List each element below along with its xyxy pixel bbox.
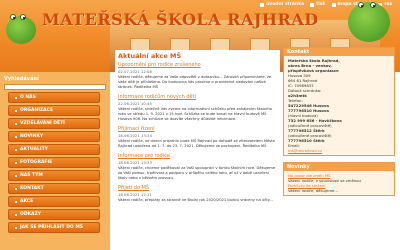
print-icon — [310, 2, 315, 7]
article-date: 16.06.2021 12:11 — [118, 192, 152, 197]
contact-box: Kontakt Mateřská škola Rajhrad, okres Br… — [283, 47, 395, 156]
nav-item-organizace[interactable]: ORGANIZACE — [8, 105, 100, 116]
article-date: 22.06.2021 10:45 — [118, 101, 152, 106]
article-text: Vážení rodiče, děkujeme za Vaše odpovědi… — [118, 75, 272, 89]
nav-item-fotografie[interactable]: FOTOGRAFIE — [8, 157, 100, 168]
main-content: Aktuální akce MŠ Upozornění pro rodiče z… — [115, 50, 280, 250]
article-title[interactable]: Informace pro rodiče — [118, 153, 277, 159]
article-date: 02.07.2021 12:08 — [118, 69, 152, 74]
search-label: Vyhledávání — [4, 76, 39, 82]
toplink-print[interactable]: tisk — [310, 2, 326, 7]
article: Přijetí do MŠ 16.06.2021 12:11 Vážení ro… — [118, 185, 277, 203]
page-title: Aktuální akce MŠ — [118, 52, 182, 60]
nav-item-novinky[interactable]: NOVINKY — [8, 131, 100, 142]
nav-item-vzdelavani[interactable]: VZDĚLÁVÁNÍ DĚTÍ — [8, 118, 100, 129]
article: Informace rodičům nových dětí 22.06.2021… — [118, 94, 277, 122]
news-text: Vážení rodiče, děkujeme... — [288, 188, 339, 193]
contact-email-link[interactable]: ms@msrajhrad.cz — [288, 148, 390, 153]
article-title[interactable]: Informace rodičům nových dětí — [118, 94, 277, 100]
article-text: Vážení rodiče, ve dnech prázdnin bude MŠ… — [118, 139, 275, 148]
news-body: Na pozor dle změn MŠ Vážení rodiče, v so… — [284, 171, 394, 195]
sidebar: Vyhledávání O NÁS ORGANIZACE VZDĚLÁVÁNÍ … — [0, 72, 110, 250]
contact-header: Kontakt — [284, 48, 394, 56]
article: Upozornění pro rodiče zrušeného 02.07.20… — [118, 62, 277, 90]
site-title[interactable]: MATEŘSKÁ ŠKOLA RAJHRAD — [42, 10, 319, 29]
right-column: Kontakt Mateřská škola Rajhrad, okres Br… — [283, 47, 395, 250]
nav-item-akce[interactable]: AKCE — [8, 196, 100, 207]
article-text: Vážení rodiče, srdečně Vás zveme na info… — [118, 107, 272, 121]
article-date: 18.06.2021 13:33 — [118, 160, 152, 165]
nav-item-nas-tym[interactable]: NÁŠ TÝM — [8, 170, 100, 181]
article-title[interactable]: Upozornění pro rodiče zrušeného — [118, 62, 277, 68]
article-text: Vážení rodiče, chceme poděkovat za Vaši … — [118, 166, 276, 180]
nav-item-odkazy[interactable]: ODKAZY — [8, 209, 100, 220]
news-box: Novinky Na pozor dle změn MŠ Vážení rodi… — [283, 162, 395, 196]
home-icon — [260, 2, 265, 7]
sitemap-icon — [331, 2, 336, 7]
nav-item-aktuality[interactable]: AKTUALITY — [8, 144, 100, 155]
article-title[interactable]: Přijetí do MŠ — [118, 185, 277, 191]
article: Přijímací řízení 18.06.2021 13:34 Vážení… — [118, 126, 277, 149]
article-title[interactable]: Přijímací řízení — [118, 126, 277, 132]
article: Informace pro rodiče 18.06.2021 13:33 Vá… — [118, 153, 277, 181]
toplink-home[interactable]: úvodní stránka — [260, 2, 304, 7]
contact-body: Mateřská škola Rajhrad, okres Brno - ven… — [284, 56, 394, 155]
search-input[interactable] — [4, 84, 106, 90]
article-date: 18.06.2021 13:34 — [118, 133, 152, 138]
nav-item-prihlaseni[interactable]: JAK SE PŘIHLÁSIT DO MŠ — [8, 222, 100, 233]
nav-item-kontakt[interactable]: KONTAKT — [8, 183, 100, 194]
article-text: Vážení rodiče, přepláty za stravné ve šk… — [118, 198, 273, 202]
news-header: Novinky — [284, 163, 394, 171]
nav-item-o-nas[interactable]: O NÁS — [8, 92, 100, 103]
